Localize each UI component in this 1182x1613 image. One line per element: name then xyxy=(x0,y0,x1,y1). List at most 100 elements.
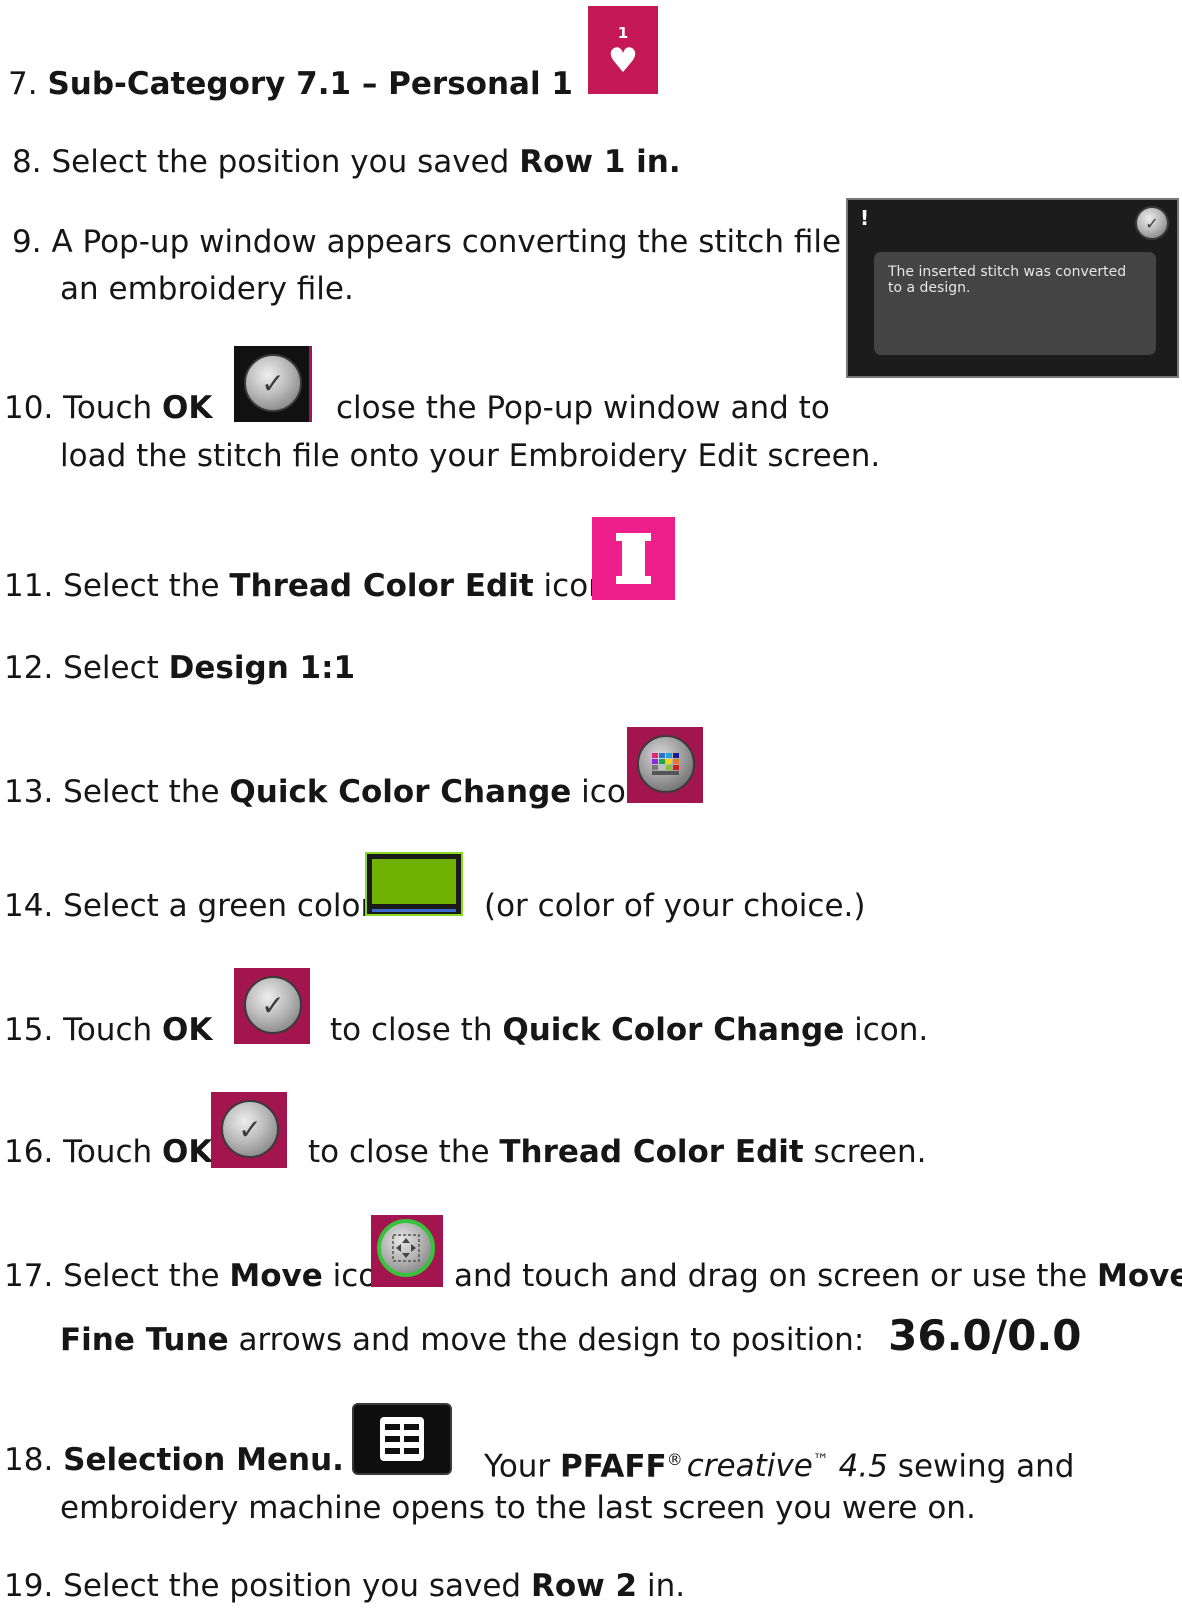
step-bold: Quick Color Change xyxy=(229,774,572,810)
ok-button-icon[interactable]: ✓ xyxy=(211,1092,287,1168)
step-18: 18. Selection Menu. xyxy=(4,1440,344,1480)
step-7-title: Sub-Category 7.1 – Personal 1 xyxy=(47,66,573,102)
move-arrows-icon xyxy=(392,1234,420,1262)
step-number: 7. xyxy=(8,66,38,102)
step-18-text: Your PFAFF® creative™ 4.5 sewing and xyxy=(484,1440,1074,1486)
check-icon: ✓ xyxy=(1145,213,1159,233)
color-grid-icon xyxy=(652,753,679,775)
palette-orb xyxy=(637,735,695,793)
step-bold: OK xyxy=(162,1134,213,1170)
personal-1-icon[interactable]: 1 ♥ xyxy=(588,6,658,94)
step-text: Touch xyxy=(63,390,162,426)
selection-menu-icon[interactable] xyxy=(352,1403,452,1475)
step-bold: Fine Tune xyxy=(60,1322,229,1358)
exclamation-icon: ! xyxy=(860,206,870,230)
step-14: 14. Select a green color xyxy=(4,886,373,926)
step-number: 15. xyxy=(4,1012,54,1048)
step-text: Select a green color xyxy=(63,888,374,924)
check-orb: ✓ xyxy=(221,1100,279,1158)
step-text: Select the xyxy=(63,568,230,604)
icon-number: 1 xyxy=(617,24,629,42)
step-bold: Thread Color Edit xyxy=(499,1134,804,1170)
ok-button-icon[interactable]: ✓ xyxy=(234,968,310,1044)
step-10-cont: load the stitch file onto your Embroider… xyxy=(60,438,881,474)
step-bold: Row 2 xyxy=(530,1568,638,1604)
check-icon: ✓ xyxy=(238,1112,262,1146)
step-10-text: close the Pop-up window and to xyxy=(336,390,830,426)
step-9: 9. A Pop-up window appears converting th… xyxy=(12,222,882,262)
step-bold: Selection Menu. xyxy=(63,1442,344,1478)
green-swatch-fill xyxy=(372,859,456,904)
step-15: 15. Touch OK xyxy=(4,1010,212,1050)
step-text: Select the xyxy=(63,1258,230,1294)
step-bold: Thread Color Edit xyxy=(229,568,534,604)
step-17: 17. Select the Move icon xyxy=(4,1256,397,1296)
step-number: 19. xyxy=(4,1568,54,1604)
quick-color-change-icon[interactable] xyxy=(627,727,703,803)
popup-message: The inserted stitch was converted to a d… xyxy=(888,264,1127,296)
step-text: Select the xyxy=(63,774,230,810)
registered-mark: ® xyxy=(666,1450,683,1469)
check-orb: ✓ xyxy=(244,976,302,1034)
step-number: 11. xyxy=(4,568,54,604)
popup-ok-button[interactable]: ✓ xyxy=(1135,206,1169,240)
step-7: 7. Sub-Category 7.1 – Personal 1 xyxy=(8,64,573,104)
step-10: 10. Touch OK xyxy=(4,388,212,428)
check-icon: ✓ xyxy=(261,366,285,400)
step-19: 19. Select the position you saved Row 2 … xyxy=(4,1566,685,1606)
step-number: 8. xyxy=(12,144,42,180)
trademark: ™ xyxy=(812,1450,829,1469)
step-number: 16. xyxy=(4,1134,54,1170)
step-9-cont: an embroidery file. xyxy=(60,271,354,307)
step-text: Select the position you saved xyxy=(63,1568,531,1604)
thread-color-edit-icon[interactable] xyxy=(592,517,675,600)
model-number: 4.5 xyxy=(828,1448,888,1485)
move-orb xyxy=(377,1219,435,1277)
step-bold: Quick Color Change xyxy=(502,1012,845,1048)
step-text: sewing and xyxy=(887,1448,1075,1485)
step-bold: Row 1 in. xyxy=(519,144,681,180)
step-16-text: to close the Thread Color Edit screen. xyxy=(308,1132,926,1172)
step-number: 9. xyxy=(12,224,42,260)
step-text: Touch xyxy=(63,1012,162,1048)
brand-name: PFAFF xyxy=(560,1448,667,1485)
step-bold: Move – xyxy=(1097,1258,1182,1294)
step-text: Touch xyxy=(63,1134,162,1170)
step-text: and touch and drag on screen or use the xyxy=(454,1258,1098,1294)
position-value: 36.0/0.0 xyxy=(888,1311,1082,1360)
step-17-cont: Fine Tune arrows and move the design to … xyxy=(60,1312,1082,1364)
step-text: to close the xyxy=(308,1134,500,1170)
step-bold: Move xyxy=(229,1258,323,1294)
step-text: A Pop-up window appears converting the s… xyxy=(51,224,883,260)
step-14-text: (or color of your choice.) xyxy=(484,888,866,924)
green-color-swatch[interactable] xyxy=(365,852,463,916)
model-name: creative xyxy=(686,1448,813,1485)
step-text: Select xyxy=(63,650,169,686)
spool-icon xyxy=(616,533,651,584)
popup-message-box: The inserted stitch was converted to a d… xyxy=(874,252,1156,355)
step-number: 17. xyxy=(4,1258,54,1294)
step-number: 13. xyxy=(4,774,54,810)
step-11: 11. Select the Thread Color Edit icon. xyxy=(4,566,618,606)
step-12: 12. Select Design 1:1 xyxy=(4,648,355,688)
step-number: 14. xyxy=(4,888,54,924)
check-icon: ✓ xyxy=(261,988,285,1022)
step-16: 16. Touch OK xyxy=(4,1132,212,1172)
step-15-text: to close th Quick Color Change icon. xyxy=(330,1010,928,1050)
step-13: 13. Select the Quick Color Change icon. xyxy=(4,772,655,812)
step-text: Your xyxy=(484,1448,561,1485)
ok-button-icon[interactable]: ✓ xyxy=(234,346,312,422)
move-icon[interactable] xyxy=(371,1215,443,1287)
step-number: 12. xyxy=(4,650,54,686)
step-text: arrows and move the design to position: xyxy=(228,1322,865,1358)
step-text: to close th xyxy=(330,1012,503,1048)
step-bold: OK xyxy=(162,390,213,426)
list-grid-icon xyxy=(380,1417,424,1461)
step-text: Select the position you saved xyxy=(51,144,520,180)
step-number: 10. xyxy=(4,390,54,426)
step-bold: OK xyxy=(162,1012,213,1048)
step-text: screen. xyxy=(803,1134,927,1170)
step-bold: Design 1:1 xyxy=(168,650,356,686)
step-text: in. xyxy=(637,1568,686,1604)
step-8: 8. Select the position you saved Row 1 i… xyxy=(12,142,681,182)
